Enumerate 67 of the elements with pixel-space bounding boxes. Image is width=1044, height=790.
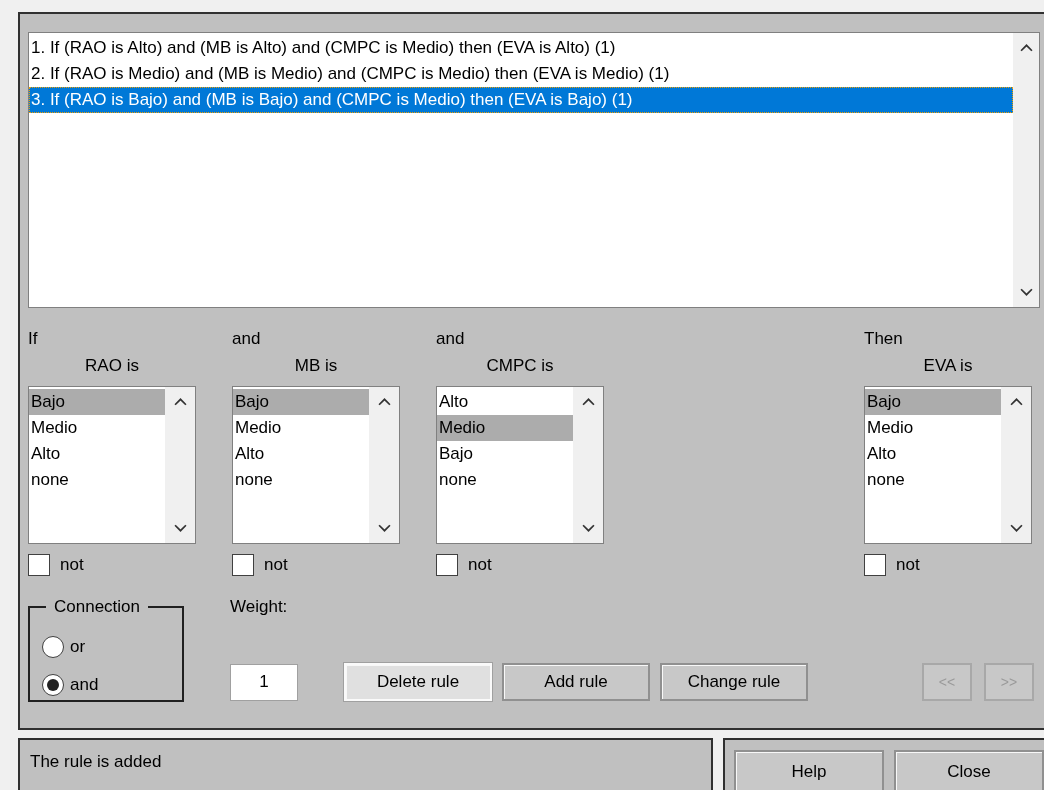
checkbox-label: not (896, 555, 920, 575)
connector-label: Then (864, 328, 903, 350)
radio-label: or (70, 637, 86, 657)
rule-button[interactable]: Change rule (660, 663, 808, 701)
radio-label: and (70, 675, 99, 695)
listbox-item[interactable]: Bajo (29, 389, 165, 415)
scroll-up-icon[interactable] (581, 397, 595, 406)
rule-button[interactable]: Add rule (502, 663, 650, 701)
scrollbar[interactable] (1001, 387, 1031, 543)
weight-label: Weight: (230, 596, 288, 618)
listbox-item[interactable]: Alto (865, 441, 1001, 467)
scrollbar[interactable] (369, 387, 399, 543)
scroll-down-icon[interactable] (377, 524, 391, 533)
listbox-item[interactable]: Alto (233, 441, 369, 467)
rule-item[interactable]: 1. If (RAO is Alto) and (MB is Alto) and (CMPC is Medio) then (EVA is Alto) (1) (29, 35, 1013, 61)
listbox-item[interactable]: Alto (29, 441, 165, 467)
rule-list[interactable] (28, 32, 1040, 308)
status-text: The rule is added (30, 752, 162, 771)
membership-listbox[interactable]: Alto Medio Bajo none (436, 386, 604, 544)
scrollbar[interactable] (573, 387, 603, 543)
membership-listbox[interactable]: Bajo Medio Alto none (232, 386, 400, 544)
radio-button[interactable] (42, 674, 64, 696)
scrollbar[interactable] (165, 387, 195, 543)
listbox-item[interactable]: Medio (865, 415, 1001, 441)
membership-listbox[interactable]: Bajo Medio Alto none (28, 386, 196, 544)
listbox-item[interactable]: none (437, 467, 573, 493)
scroll-up-icon[interactable] (1009, 397, 1023, 406)
scroll-down-icon[interactable] (1009, 524, 1023, 533)
listbox-item[interactable]: Medio (437, 415, 573, 441)
listbox-item[interactable]: none (865, 467, 1001, 493)
checkbox[interactable] (436, 554, 458, 576)
listbox-item[interactable]: Bajo (233, 389, 369, 415)
listbox-item[interactable]: none (233, 467, 369, 493)
rule-item[interactable]: 2. If (RAO is Medio) and (MB is Medio) and (CMPC is Medio) then (EVA is Medio) (1) (29, 61, 1013, 87)
connector-label: and (436, 328, 465, 350)
checkbox[interactable] (232, 554, 254, 576)
scroll-up-icon[interactable] (377, 397, 391, 406)
listbox-item[interactable]: Medio (29, 415, 165, 441)
variable-label: RAO is (85, 355, 139, 377)
scroll-down-icon[interactable] (173, 524, 187, 533)
variable-label: MB is (294, 355, 338, 377)
listbox-item[interactable]: Medio (233, 415, 369, 441)
checkbox-label: not (264, 555, 288, 575)
scroll-up-icon[interactable] (1019, 43, 1033, 52)
listbox-item[interactable]: Bajo (865, 389, 1001, 415)
checkbox[interactable] (28, 554, 50, 576)
connector-label: and (232, 328, 261, 350)
scrollbar[interactable] (1013, 33, 1039, 307)
scroll-down-icon[interactable] (581, 524, 595, 533)
weight-field[interactable]: 1 (230, 663, 298, 701)
connector-label: If (28, 328, 38, 350)
scroll-down-icon[interactable] (1019, 288, 1033, 297)
footer-button[interactable]: Close (894, 750, 1044, 790)
listbox-item[interactable]: none (29, 467, 165, 493)
scroll-up-icon[interactable] (173, 397, 187, 406)
variable-label: CMPC is (486, 355, 554, 377)
checkbox-label: not (60, 555, 84, 575)
radio-button[interactable] (42, 636, 64, 658)
variable-label: EVA is (923, 355, 973, 377)
footer-button[interactable]: Help (734, 750, 884, 790)
checkbox-label: not (468, 555, 492, 575)
listbox-item[interactable]: Bajo (437, 441, 573, 467)
membership-listbox[interactable]: Bajo Medio Alto none (864, 386, 1032, 544)
rule-button[interactable]: Delete rule (344, 663, 492, 701)
checkbox[interactable] (864, 554, 886, 576)
listbox-item[interactable]: Alto (437, 389, 573, 415)
rule-item[interactable]: 3. If (RAO is Bajo) and (MB is Bajo) and (CMPC is Medio) then (EVA is Bajo) (1) (29, 87, 1013, 113)
